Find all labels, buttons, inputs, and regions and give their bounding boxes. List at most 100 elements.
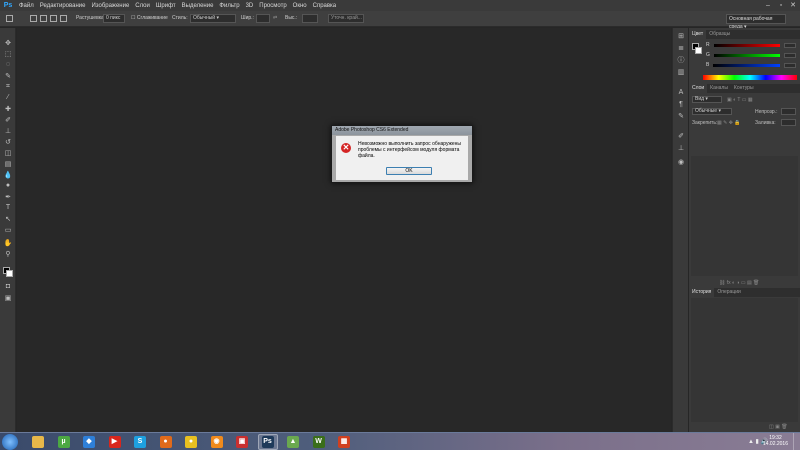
menu-type[interactable]: Шрифт [153, 3, 179, 9]
history-brush-icon[interactable]: ↺ [3, 137, 13, 146]
menu-select[interactable]: Выделение [179, 3, 217, 9]
brush-icon[interactable]: ✐ [3, 115, 13, 124]
close-icon[interactable]: ✕ [787, 0, 799, 11]
blend-mode-select[interactable]: Обычные ▾ [692, 108, 732, 115]
blue-value[interactable] [784, 62, 796, 68]
tab-layers[interactable]: Слои [689, 84, 708, 93]
style-select[interactable]: Обычный ▾ [190, 14, 236, 23]
menu-filter[interactable]: Фильтр [216, 3, 242, 9]
layer-kind-filter[interactable]: Вид ▾ [692, 96, 722, 103]
tab-color[interactable]: Цвет [689, 30, 707, 39]
screen-mode-icon[interactable]: ▣ [3, 293, 13, 302]
lasso-icon[interactable]: ◌ [3, 60, 13, 69]
start-button[interactable] [2, 434, 18, 450]
eraser-icon[interactable]: ◫ [3, 148, 13, 157]
color-bg-swatch[interactable] [695, 47, 702, 54]
quick-select-icon[interactable]: ✎ [3, 71, 13, 80]
add-selection-icon[interactable] [40, 15, 47, 22]
menu-layers[interactable]: Слои [132, 3, 153, 9]
swap-icon[interactable]: ⇄ [273, 15, 277, 21]
green-slider[interactable]: G [706, 52, 796, 58]
taskbar-clock[interactable]: 19:32 14.02.2016 [763, 435, 788, 447]
hand-icon[interactable]: ✋ [3, 238, 13, 247]
rect-marquee-icon[interactable]: ⬚ [3, 49, 13, 58]
ok-button[interactable]: OK [386, 167, 432, 175]
tab-paths[interactable]: Контуры [731, 84, 757, 93]
taskbar-utorrent-icon[interactable]: µ [57, 436, 70, 448]
green-track[interactable] [713, 53, 780, 57]
crop-icon[interactable]: ⌗ [3, 82, 13, 91]
eyedropper-icon[interactable]: ⁄ [3, 93, 13, 102]
red-track[interactable] [713, 43, 780, 47]
info-panel-icon[interactable]: ⓘ [676, 56, 686, 65]
subtract-selection-icon[interactable] [50, 15, 57, 22]
minimize-icon[interactable]: – [762, 0, 774, 11]
history-actions-icons[interactable]: ◫ ▣ 🗑 [769, 424, 788, 430]
menu-file[interactable]: Файл [16, 3, 37, 9]
tab-actions[interactable]: Операции [714, 288, 743, 297]
taskbar-dropbox-icon[interactable]: ◆ [83, 436, 95, 448]
tab-swatches[interactable]: Образцы [706, 30, 733, 39]
tool-presets-icon[interactable]: ✎ [676, 112, 686, 121]
clone-stamp-icon[interactable]: ⊥ [3, 126, 13, 135]
taskbar-file-explorer-icon[interactable] [32, 436, 44, 448]
width-input[interactable] [256, 14, 270, 23]
show-desktop-button[interactable] [793, 433, 800, 450]
clone-source-icon[interactable]: ⊥ [676, 144, 686, 153]
brush-panel-icon[interactable]: ✐ [676, 132, 686, 141]
opacity-input[interactable] [781, 108, 796, 115]
fill-input[interactable] [781, 119, 796, 126]
menu-edit[interactable]: Редактирование [37, 3, 89, 9]
red-value[interactable] [784, 42, 796, 48]
dialog-title[interactable]: Adobe Photoshop CS6 Extended [332, 126, 472, 135]
zoom-icon[interactable]: ⚲ [3, 249, 13, 258]
workspace-select[interactable]: Основная рабочая среда ▾ [726, 14, 786, 30]
history-list[interactable] [691, 298, 798, 422]
menu-help[interactable]: Справка [310, 3, 340, 9]
refine-edge-button[interactable]: Уточн. край... [328, 14, 364, 23]
layer-filter-icons[interactable]: ▣ ◐ T ▭ ▦ [727, 97, 753, 103]
taskbar-office-app-icon[interactable]: ▦ [338, 436, 350, 448]
taskbar-photoshop-icon[interactable]: Ps [261, 436, 274, 448]
new-selection-icon[interactable] [30, 15, 37, 22]
taskbar-firefox-icon[interactable]: ● [159, 436, 172, 448]
red-slider[interactable]: R [706, 42, 796, 48]
menu-3d[interactable]: 3D [243, 3, 257, 9]
healing-brush-icon[interactable]: ✚ [3, 104, 13, 113]
taskbar-word-app-icon[interactable]: W [312, 436, 325, 448]
dodge-icon[interactable]: ● [3, 181, 13, 190]
menu-window[interactable]: Окно [290, 3, 310, 9]
antialias-checkbox[interactable]: ☐ Сглаживание [131, 15, 168, 21]
gradient-icon[interactable]: ▤ [3, 159, 13, 168]
maximize-icon[interactable]: ▫ [775, 0, 787, 11]
path-select-icon[interactable]: ↖ [3, 214, 13, 223]
intersect-selection-icon[interactable] [60, 15, 67, 22]
height-input[interactable] [302, 14, 318, 23]
color-spectrum[interactable] [703, 75, 797, 80]
menu-image[interactable]: Изображение [88, 3, 132, 9]
lock-icons[interactable]: ▦ ✎ ✥ 🔒 [717, 120, 741, 126]
layers-list[interactable] [691, 156, 798, 276]
pen-icon[interactable]: ✒ [3, 192, 13, 201]
taskbar-photo-viewer-icon[interactable]: ▲ [287, 436, 299, 448]
shape-icon[interactable]: ▭ [3, 225, 13, 234]
taskbar-blender-icon[interactable]: ◉ [210, 436, 223, 448]
background-color-swatch[interactable] [6, 270, 13, 277]
paragraph-panel-icon[interactable]: ¶ [676, 100, 686, 109]
taskbar-chrome-icon[interactable]: ● [185, 436, 197, 448]
blue-slider[interactable]: B [706, 62, 796, 68]
navigator-icon[interactable]: ◉ [676, 158, 686, 167]
history-panel-icon[interactable]: ⊞ [676, 32, 686, 41]
taskbar-skype-icon[interactable]: S [134, 436, 146, 448]
taskbar-youtube-icon[interactable]: ▶ [108, 436, 121, 448]
blue-track[interactable] [713, 63, 780, 67]
type-tool-icon[interactable]: T [3, 203, 13, 212]
layer-actions-icons[interactable]: ⛓ fx ◐ ◑ ▭ ▤ 🗑 [719, 280, 759, 286]
canvas-area[interactable] [17, 28, 671, 432]
marquee-tool-icon[interactable] [6, 15, 13, 22]
feather-input[interactable]: 0 пикс [103, 14, 125, 23]
tab-history[interactable]: История [689, 288, 715, 297]
adjust-panel-icon[interactable]: ▥ [676, 68, 686, 77]
move-tool-icon[interactable]: ✥ [3, 38, 13, 47]
tab-channels[interactable]: Каналы [707, 84, 731, 93]
